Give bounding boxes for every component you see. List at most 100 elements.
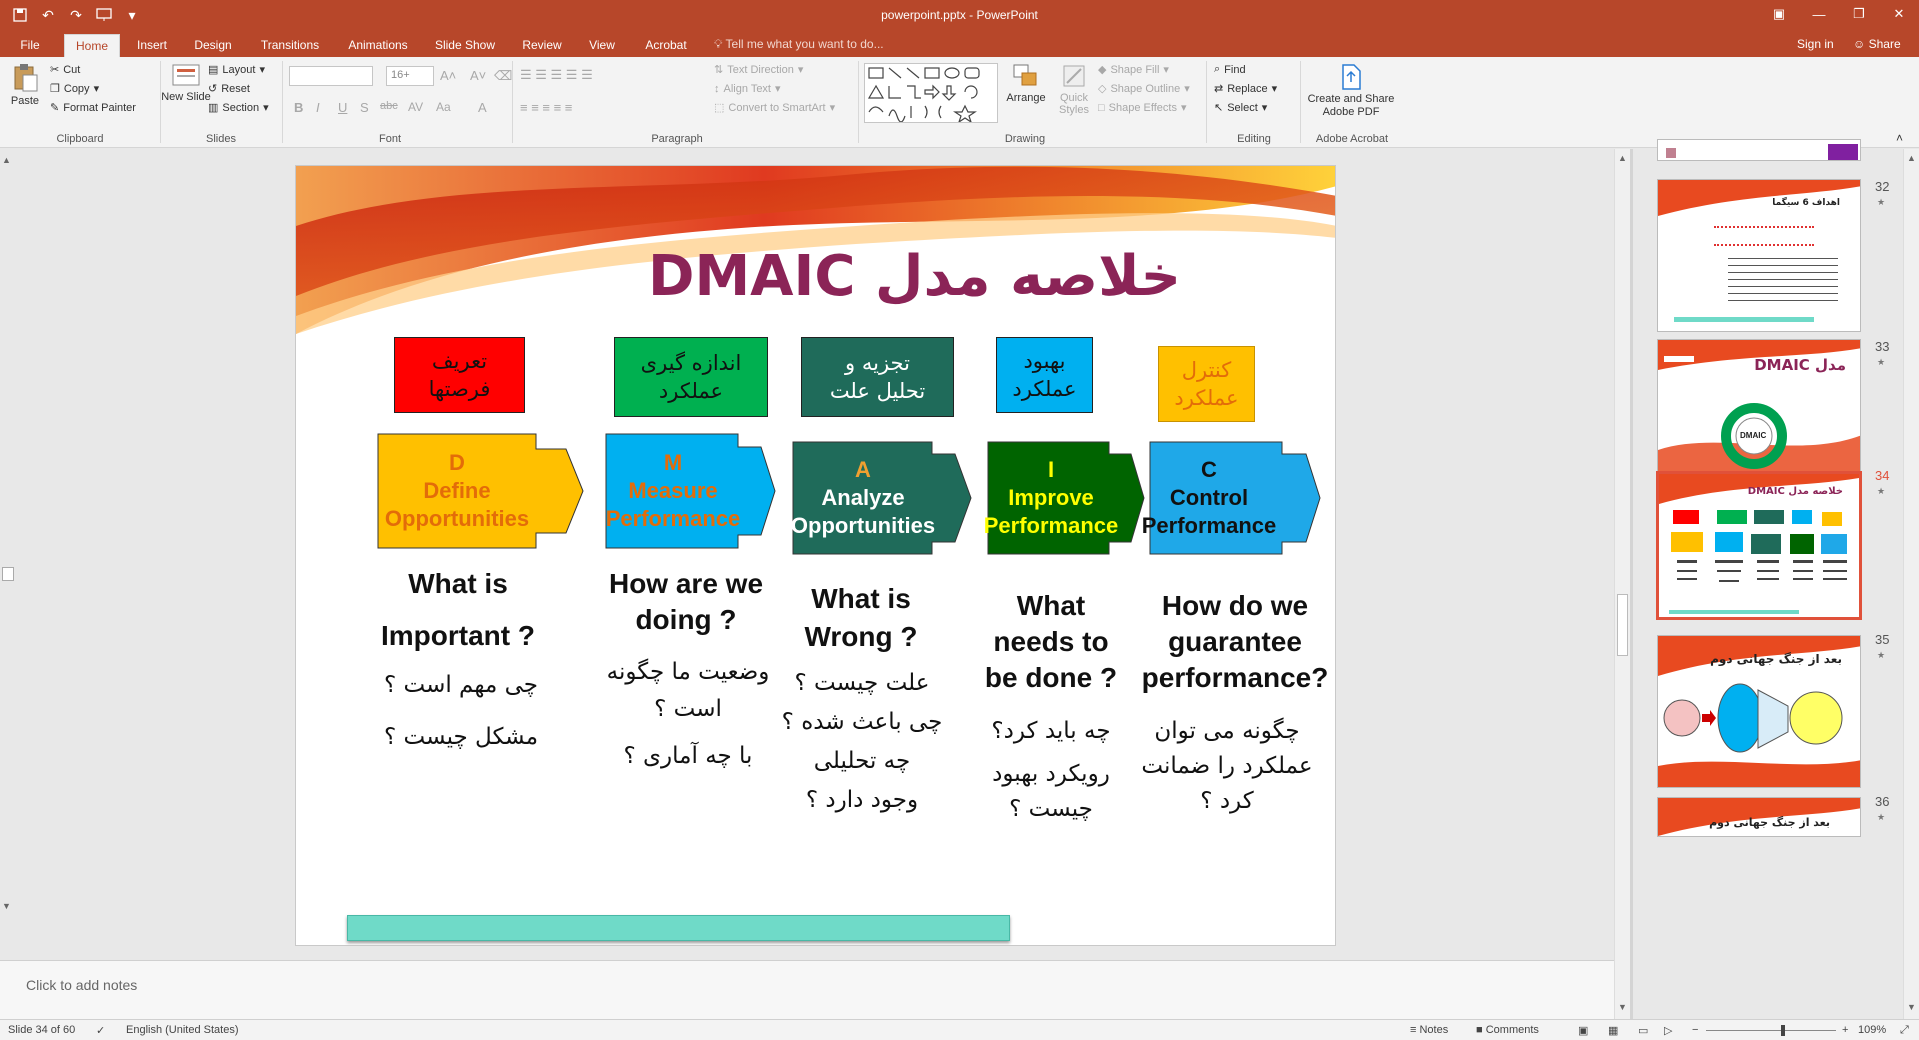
thumbnails-scrollbar[interactable]: ▲ ▼ (1903, 149, 1919, 1019)
thumbnail-slide-31[interactable] (1657, 139, 1861, 161)
question-analyze[interactable]: What is Wrong ? (776, 580, 946, 656)
collapse-ribbon-icon[interactable]: ˄ (1896, 131, 1903, 145)
editor-vertical-scrollbar[interactable]: ▲ ▼ (1614, 149, 1630, 1019)
cut-button[interactable]: ✂ Cut (50, 63, 80, 77)
new-slide-button[interactable]: New Slide (161, 63, 211, 103)
find-button[interactable]: ⌕ Find (1214, 63, 1246, 76)
replace-button[interactable]: ⇄ Replace ▾ (1214, 82, 1277, 96)
zoom-in-icon[interactable]: + (1842, 1024, 1848, 1036)
question-control[interactable]: How do we guarantee performance? (1132, 588, 1335, 696)
share-button[interactable]: ☺ Share (1853, 37, 1901, 51)
convert-smartart-button[interactable]: ⬚ Convert to SmartArt ▾ (714, 101, 835, 115)
fit-slide-icon[interactable]: ⤢ (1900, 1024, 1909, 1037)
reading-view-icon[interactable]: ▭ (1638, 1024, 1648, 1037)
quick-styles-button[interactable]: Quick Styles (1052, 63, 1096, 116)
paste-button[interactable]: Paste (8, 63, 42, 107)
scroll-up-icon[interactable]: ▲ (1618, 153, 1627, 163)
layout-button[interactable]: ▤ Layout ▾ (208, 63, 265, 77)
tab-slide-show[interactable]: Slide Show (430, 34, 500, 57)
scroll-up-icon[interactable]: ▲ (2, 155, 11, 165)
persian-questions-measure[interactable]: وضعیت ما چگونه است ؟ با چه آماری ؟ (604, 654, 772, 775)
text-direction-button[interactable]: ⇅ Text Direction ▾ (714, 63, 803, 77)
bullets-icon[interactable]: ☰ ☰ ☰ ☰ ☰ (520, 67, 593, 83)
font-name-box[interactable] (289, 66, 373, 86)
scroll-up-icon[interactable]: ▲ (1907, 153, 1916, 163)
spell-check-icon[interactable]: ✓ (96, 1024, 105, 1037)
zoom-out-icon[interactable]: − (1692, 1024, 1698, 1036)
shrink-font-icon[interactable]: A˅ (470, 68, 486, 83)
normal-view-icon[interactable]: ▣ (1578, 1024, 1588, 1037)
question-improve[interactable]: What needs to be done ? (976, 588, 1126, 696)
format-painter-button[interactable]: ✎ Format Painter (50, 101, 136, 115)
zoom-slider[interactable] (1706, 1025, 1836, 1036)
arrow-measure-text[interactable]: M Measure Performance (598, 449, 748, 533)
persian-questions-control[interactable]: چگونه می توان عملکرد را ضمانت کرد ؟ (1139, 714, 1315, 819)
tab-review[interactable]: Review (518, 34, 566, 57)
thumbnail-slide-34-current[interactable]: خلاصه مدل DMAIC (1656, 471, 1862, 620)
editor-scroll-thumb[interactable] (1617, 594, 1628, 656)
arrange-button[interactable]: Arrange (1004, 63, 1048, 104)
shapes-gallery[interactable] (864, 63, 998, 124)
grow-font-icon[interactable]: A˄ (440, 68, 456, 83)
notes-toggle[interactable]: ≡ Notes (1410, 1024, 1448, 1036)
section-button[interactable]: ▥ Section ▾ (208, 101, 269, 115)
close-icon[interactable]: ✕ (1879, 0, 1919, 28)
comments-toggle[interactable]: ■ Comments (1476, 1024, 1539, 1036)
strikethrough-icon[interactable]: abc (380, 100, 398, 112)
tell-me-box[interactable]: 💡︎ Tell me what you want to do... (714, 37, 884, 52)
thumbnail-slide-32[interactable]: اهداف 6 سیگما (1657, 179, 1861, 332)
zoom-level[interactable]: 109% (1858, 1024, 1886, 1036)
ribbon-display-options-icon[interactable]: ▣ (1759, 0, 1799, 28)
font-color-icon[interactable]: A (478, 100, 487, 115)
copy-button[interactable]: ❐ Copy ▾ (50, 82, 99, 96)
underline-icon[interactable]: U (338, 100, 347, 115)
italic-icon[interactable]: I (316, 100, 320, 115)
reset-button[interactable]: ↺ Reset (208, 82, 250, 96)
persian-questions-analyze[interactable]: علت چیست ؟ چی باعث شده ؟ چه تحلیلی وجود … (778, 664, 946, 820)
scroll-down-icon[interactable]: ▼ (2, 901, 11, 911)
font-size-box[interactable]: 16+ (386, 66, 434, 86)
slideshow-view-icon[interactable]: ▷ (1664, 1024, 1672, 1037)
minimize-icon[interactable]: — (1799, 0, 1839, 28)
persian-questions-define[interactable]: چی مهم است ؟ مشکل چیست ؟ (366, 659, 556, 763)
tab-design[interactable]: Design (188, 34, 238, 57)
question-measure[interactable]: How are we doing ? (596, 566, 776, 639)
tab-insert[interactable]: Insert (130, 34, 174, 57)
arrow-analyze-text[interactable]: A Analyze Opportunities (788, 456, 938, 540)
create-share-pdf-button[interactable]: Create and Share Adobe PDF (1306, 63, 1396, 119)
arrow-define-text[interactable]: D Define Opportunities (372, 449, 542, 533)
align-icon[interactable]: ≡ ≡ ≡ ≡ ≡ (520, 100, 572, 115)
scroll-down-icon[interactable]: ▼ (1907, 1002, 1916, 1012)
shadow-icon[interactable]: S (360, 100, 369, 115)
restore-icon[interactable]: ❐ (1839, 0, 1879, 28)
left-scroll-thumb[interactable] (2, 567, 14, 581)
arrow-improve-text[interactable]: I Improve Performance (976, 456, 1126, 540)
align-text-button[interactable]: ↕ Align Text ▾ (714, 82, 781, 96)
thumbnail-slide-35[interactable]: بعد از جنگ جهانی دوم (1657, 635, 1861, 788)
tab-acrobat[interactable]: Acrobat (636, 34, 696, 57)
shape-outline-button[interactable]: ◇ Shape Outline ▾ (1098, 82, 1190, 96)
slide-sorter-icon[interactable]: ▦ (1608, 1024, 1618, 1037)
arrow-control-text[interactable]: C Control Performance (1134, 456, 1284, 540)
character-spacing-icon[interactable]: AV (408, 100, 423, 114)
clear-formatting-icon[interactable]: ⌫ (494, 68, 512, 84)
notes-pane[interactable]: Click to add notes (0, 960, 1614, 1019)
change-case-icon[interactable]: Aa (436, 100, 451, 114)
tab-home[interactable]: Home (64, 34, 120, 57)
slide-canvas[interactable]: خلاصه مدل DMAIC تعریف فرصتها اندازه گیری ع… (295, 165, 1336, 946)
tab-file[interactable]: File (10, 34, 50, 57)
persian-questions-improve[interactable]: چه باید کرد؟ رویکرد بهبود چیست ؟ (976, 714, 1126, 827)
bold-icon[interactable]: B (294, 100, 303, 115)
tab-animations[interactable]: Animations (342, 34, 414, 57)
select-button[interactable]: ↖ Select ▾ (1214, 101, 1267, 115)
question-define[interactable]: What is Important ? (368, 558, 548, 662)
tab-view[interactable]: View (584, 34, 620, 57)
sign-in-link[interactable]: Sign in (1797, 37, 1834, 51)
language-indicator[interactable]: English (United States) (126, 1024, 239, 1036)
zoom-slider-thumb[interactable] (1781, 1025, 1785, 1036)
thumbnail-slide-33[interactable]: مدل DMAIC DMAIC (1657, 339, 1861, 492)
scroll-down-icon[interactable]: ▼ (1618, 1002, 1627, 1012)
shape-fill-button[interactable]: ◆ Shape Fill ▾ (1098, 63, 1169, 77)
tab-transitions[interactable]: Transitions (254, 34, 326, 57)
shape-effects-button[interactable]: □ Shape Effects ▾ (1098, 101, 1186, 115)
